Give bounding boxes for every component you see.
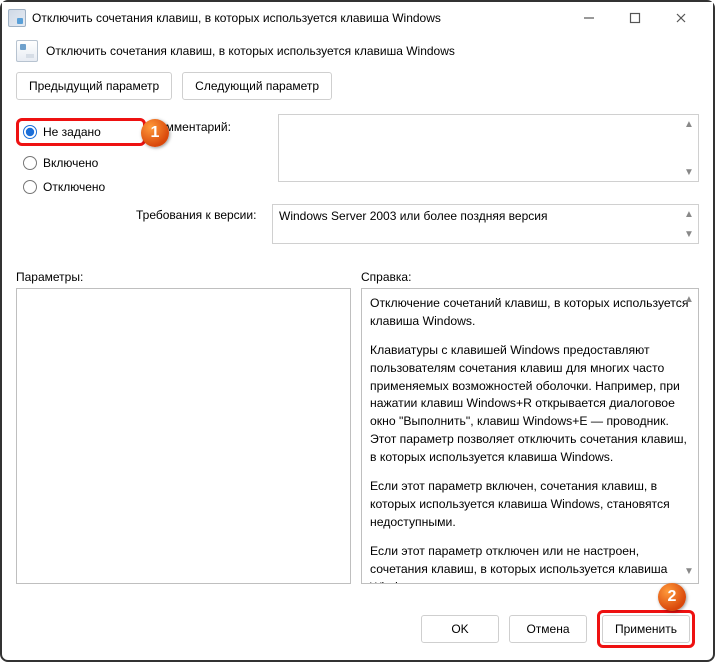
scroll-up-icon[interactable]: ▲ xyxy=(682,207,696,221)
cancel-button[interactable]: Отмена xyxy=(509,615,587,643)
radio-enabled-label: Включено xyxy=(43,156,98,170)
scroll-down-icon[interactable]: ▼ xyxy=(682,165,696,179)
scroll-down-icon[interactable]: ▼ xyxy=(682,565,696,579)
title-bar: Отключить сочетания клавиш, в которых ис… xyxy=(2,2,713,34)
maximize-button[interactable] xyxy=(621,4,649,32)
comment-label: Комментарий: xyxy=(152,114,272,134)
minimize-button[interactable] xyxy=(575,4,603,32)
requirements-value: Windows Server 2003 или более поздняя ве… xyxy=(279,209,547,223)
help-paragraph: Если этот параметр включен, сочетания кл… xyxy=(370,478,690,531)
radio-enabled-input[interactable] xyxy=(23,156,37,170)
highlight-apply: Применить 2 xyxy=(597,610,695,648)
radio-enabled[interactable]: Включено xyxy=(16,156,146,170)
previous-setting-button[interactable]: Предыдущий параметр xyxy=(16,72,172,100)
radio-not-configured[interactable]: Не задано xyxy=(23,125,101,139)
radio-disabled-input[interactable] xyxy=(23,180,37,194)
annotation-marker-1: 1 xyxy=(141,119,169,147)
help-paragraph: Клавиатуры с клавишей Windows предоставл… xyxy=(370,342,690,466)
state-radio-group: Не задано 1 Включено Отключено xyxy=(16,114,146,194)
scroll-up-icon[interactable]: ▲ xyxy=(682,293,696,307)
radio-disabled-label: Отключено xyxy=(43,180,105,194)
highlight-not-configured: Не задано 1 xyxy=(16,118,146,146)
help-label: Справка: xyxy=(361,270,699,284)
policy-title: Отключить сочетания клавиш, в которых ис… xyxy=(46,44,455,58)
app-icon xyxy=(8,9,26,27)
dialog-footer: OK Отмена Применить 2 xyxy=(2,610,713,648)
requirements-label: Требования к версии: xyxy=(16,204,266,222)
radio-disabled[interactable]: Отключено xyxy=(16,180,146,194)
help-paragraph: Отключение сочетаний клавиш, в которых и… xyxy=(370,295,690,330)
parameters-pane xyxy=(16,288,351,584)
help-paragraph: Если этот параметр отключен или не настр… xyxy=(370,543,690,584)
close-button[interactable] xyxy=(667,4,695,32)
comment-textarea[interactable]: ▲ ▼ xyxy=(278,114,699,182)
help-pane: Отключение сочетаний клавиш, в которых и… xyxy=(361,288,699,584)
policy-header: Отключить сочетания клавиш, в которых ис… xyxy=(2,34,713,72)
parameters-label: Параметры: xyxy=(16,270,351,284)
radio-not-configured-input[interactable] xyxy=(23,125,37,139)
requirements-box: Windows Server 2003 или более поздняя ве… xyxy=(272,204,699,244)
window-title: Отключить сочетания клавиш, в которых ис… xyxy=(32,11,441,25)
ok-button[interactable]: OK xyxy=(421,615,499,643)
radio-not-configured-label: Не задано xyxy=(43,125,101,139)
next-setting-button[interactable]: Следующий параметр xyxy=(182,72,332,100)
policy-icon xyxy=(16,40,38,62)
annotation-marker-2: 2 xyxy=(658,583,686,611)
apply-button[interactable]: Применить xyxy=(602,615,690,643)
scroll-up-icon[interactable]: ▲ xyxy=(682,117,696,131)
scroll-down-icon[interactable]: ▼ xyxy=(682,227,696,241)
